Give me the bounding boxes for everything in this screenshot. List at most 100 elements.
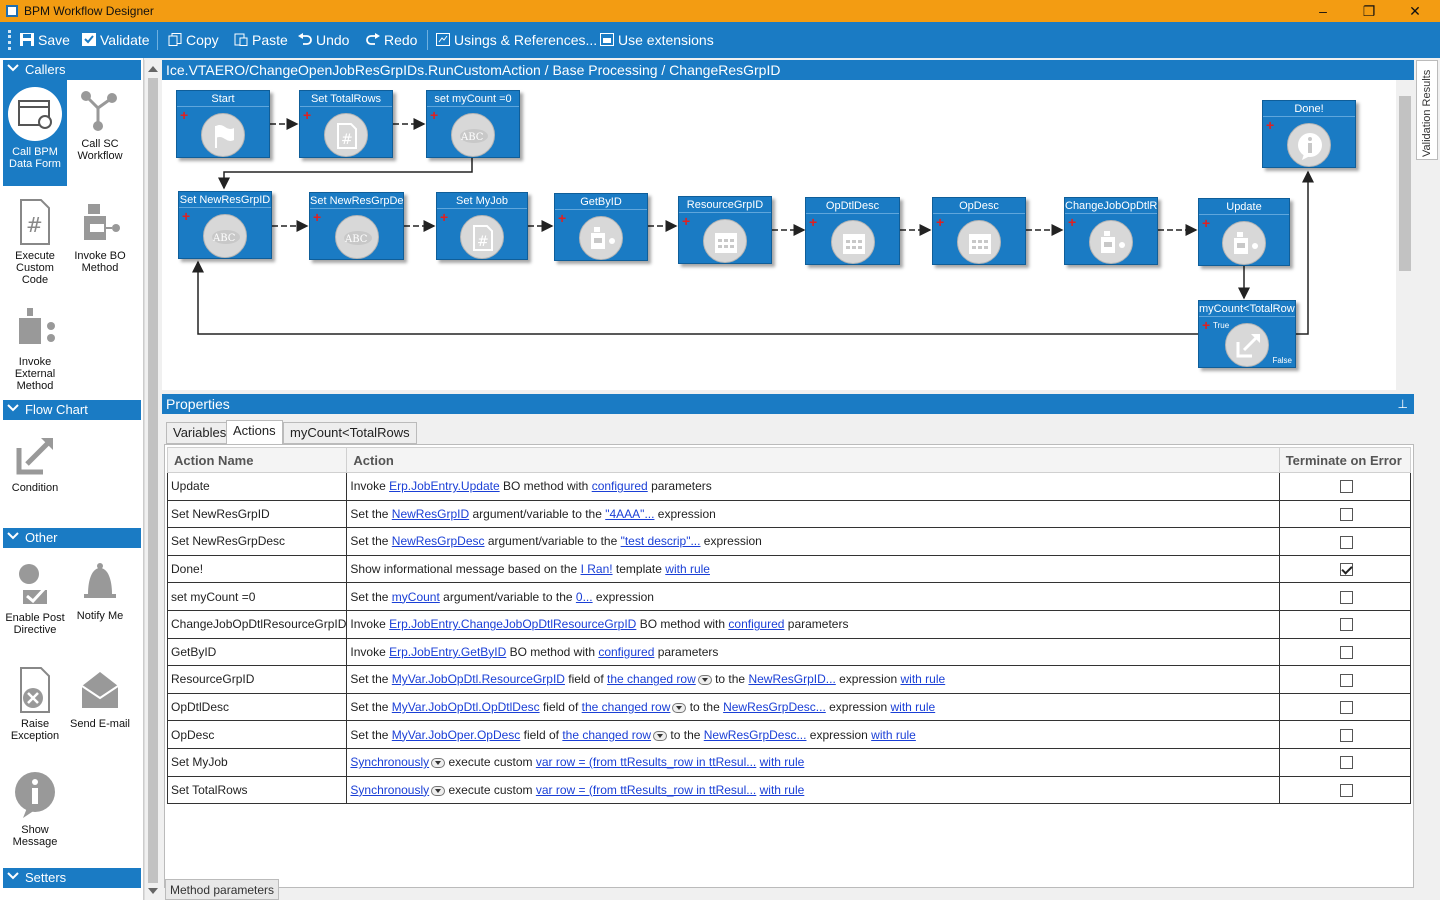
column-header-terminate[interactable]: Terminate on Error xyxy=(1278,447,1412,473)
invoke-external-method-item[interactable]: Invoke External Method xyxy=(3,304,67,392)
dropdown-chevron-icon[interactable] xyxy=(431,758,446,769)
table-row[interactable]: OpDtlDesc Set the MyVar.JobOpDtl.OpDtlDes… xyxy=(166,692,1412,722)
terminate-checkbox[interactable] xyxy=(1339,673,1353,687)
flow-node-start[interactable]: Start + xyxy=(176,90,270,158)
flow-node-set-mycount[interactable]: set myCount =0 + ABC xyxy=(426,90,520,158)
table-row[interactable]: ResourceGrpID Set the MyVar.JobOpDtl.Reso… xyxy=(166,665,1412,694)
flow-node-resourcegrpid[interactable]: ResourceGrpID + xyxy=(678,196,772,264)
action-link[interactable]: NewResGrpID... xyxy=(748,672,835,686)
pin-icon[interactable]: ⊥ xyxy=(1398,394,1408,414)
add-icon[interactable]: + xyxy=(682,214,690,228)
add-icon[interactable]: + xyxy=(430,108,438,122)
flow-node-opdtldesc[interactable]: OpDtlDesc + xyxy=(805,197,900,265)
save-button[interactable]: Save xyxy=(20,32,70,48)
column-header-action[interactable]: Action xyxy=(346,447,1280,473)
action-link[interactable]: with rule xyxy=(760,783,805,797)
flow-node-changejobopdtlresourcegrpid[interactable]: ChangeJobOpDtlResourceGrpID + xyxy=(1064,197,1158,265)
scroll-down-icon[interactable] xyxy=(148,888,158,894)
action-link[interactable]: MyVar.JobOper.OpDesc xyxy=(392,728,521,742)
add-icon[interactable]: + xyxy=(313,210,321,224)
table-row[interactable]: Done! Show informational message based on… xyxy=(166,554,1412,584)
action-link[interactable]: the changed row xyxy=(562,728,651,742)
tab-variables[interactable]: Variables xyxy=(166,422,234,444)
action-name-cell[interactable]: ResourceGrpID xyxy=(166,665,348,694)
call-bpm-data-form-item[interactable]: Call BPM Data Form xyxy=(3,80,67,186)
flow-node-set-myjob[interactable]: Set MyJob + # xyxy=(436,192,528,260)
action-link[interactable]: 0... xyxy=(576,590,593,604)
action-link[interactable]: var row = (from ttResults_row in ttResul… xyxy=(536,755,756,769)
action-link[interactable]: configured xyxy=(598,645,654,659)
flow-node-getbyid[interactable]: GetByID + xyxy=(554,193,648,261)
add-icon[interactable]: + xyxy=(558,211,566,225)
redo-button[interactable]: Redo xyxy=(366,32,417,48)
terminate-checkbox[interactable] xyxy=(1339,535,1353,549)
flow-node-opdesc[interactable]: OpDesc + xyxy=(932,197,1026,265)
table-row[interactable]: Set TotalRows Synchronously execute custo… xyxy=(166,775,1412,805)
palette-scrollbar[interactable] xyxy=(144,60,160,900)
flow-chart-section-header[interactable]: Flow Chart xyxy=(3,400,141,420)
use-extensions-button[interactable]: Use extensions xyxy=(600,32,714,48)
table-row[interactable]: OpDesc Set the MyVar.JobOper.OpDesc field… xyxy=(166,720,1412,749)
action-name-cell[interactable]: GetByID xyxy=(166,637,348,667)
action-link[interactable]: the changed row xyxy=(607,672,696,686)
paste-button[interactable]: Paste xyxy=(234,32,288,48)
flow-node-update[interactable]: Update + xyxy=(1198,198,1290,266)
table-row[interactable]: set myCount =0 Set the myCount argument/v… xyxy=(166,582,1412,611)
action-name-cell[interactable]: OpDesc xyxy=(166,720,348,749)
add-icon[interactable]: + xyxy=(440,210,448,224)
action-link[interactable]: var row = (from ttResults_row in ttResul… xyxy=(536,783,756,797)
enable-post-directive-item[interactable]: Enable Post Directive xyxy=(3,560,67,636)
scroll-up-icon[interactable] xyxy=(148,66,158,72)
usings-references-button[interactable]: Usings & References... xyxy=(436,32,597,48)
invoke-bo-method-item[interactable]: Invoke BO Method xyxy=(68,198,132,274)
flow-node-condition-mycount[interactable]: myCount<TotalRows + True False xyxy=(1198,300,1296,368)
add-icon[interactable]: + xyxy=(182,209,190,223)
action-name-cell[interactable]: Done! xyxy=(166,554,348,584)
action-link[interactable]: NewResGrpID xyxy=(392,507,469,521)
action-name-cell[interactable]: ChangeJobOpDtlResourceGrpID xyxy=(166,609,348,639)
other-section-header[interactable]: Other xyxy=(3,528,141,548)
action-link[interactable]: Erp.JobEntry.ChangeJobOpDtlResourceGrpID xyxy=(389,617,636,631)
table-row[interactable]: Set NewResGrpDesc Set the NewResGrpDesc a… xyxy=(166,527,1412,556)
add-icon[interactable]: + xyxy=(809,215,817,229)
maximize-button[interactable]: ❐ xyxy=(1346,0,1392,22)
action-link[interactable]: with rule xyxy=(665,562,710,576)
method-parameters-tab[interactable]: Method parameters xyxy=(165,879,280,900)
dropdown-chevron-icon[interactable] xyxy=(431,785,446,796)
action-link[interactable]: with rule xyxy=(891,700,936,714)
callers-section-header[interactable]: Callers xyxy=(3,60,141,80)
table-row[interactable]: GetByID Invoke Erp.JobEntry.GetByID BO me… xyxy=(166,637,1412,667)
action-link[interactable]: the changed row xyxy=(582,700,671,714)
action-link[interactable]: Erp.JobEntry.GetByID xyxy=(389,645,506,659)
action-name-cell[interactable]: Set NewResGrpDesc xyxy=(166,527,348,556)
terminate-checkbox[interactable] xyxy=(1339,563,1353,577)
send-email-item[interactable]: Send E-mail xyxy=(68,666,132,730)
terminate-checkbox[interactable] xyxy=(1339,618,1353,632)
terminate-checkbox[interactable] xyxy=(1339,590,1353,604)
action-link[interactable]: with rule xyxy=(871,728,916,742)
terminate-checkbox[interactable] xyxy=(1339,646,1353,660)
add-icon[interactable]: + xyxy=(1202,216,1210,230)
canvas-scrollbar[interactable] xyxy=(1396,80,1414,390)
action-link[interactable]: "4AAA"... xyxy=(605,507,654,521)
column-header-action-name[interactable]: Action Name xyxy=(166,447,348,473)
action-link[interactable]: configured xyxy=(592,479,648,493)
action-name-cell[interactable]: Set NewResGrpID xyxy=(166,499,348,529)
action-link[interactable]: Erp.JobEntry.Update xyxy=(389,479,500,493)
dropdown-chevron-icon[interactable] xyxy=(697,675,712,686)
tab-condition[interactable]: myCount<TotalRows xyxy=(283,422,417,444)
table-row[interactable]: Set NewResGrpID Set the NewResGrpID argum… xyxy=(166,499,1412,529)
add-icon[interactable]: + xyxy=(180,108,188,122)
action-link[interactable]: MyVar.JobOpDtl.ResourceGrpID xyxy=(392,672,565,686)
action-link[interactable]: configured xyxy=(728,617,784,631)
action-link[interactable]: NewResGrpDesc xyxy=(392,534,485,548)
show-message-item[interactable]: Show Message xyxy=(3,770,67,848)
execute-custom-code-item[interactable]: # Execute Custom Code xyxy=(3,198,67,286)
table-row[interactable]: Update Invoke Erp.JobEntry.Update BO meth… xyxy=(166,472,1412,501)
flow-node-done[interactable]: Done! + xyxy=(1262,100,1356,168)
setters-section-header[interactable]: Setters xyxy=(3,868,141,888)
action-link[interactable]: Synchronously xyxy=(350,783,429,797)
terminate-checkbox[interactable] xyxy=(1339,480,1353,494)
action-link[interactable]: NewResGrpDesc... xyxy=(704,728,807,742)
action-link[interactable]: "test descrip"... xyxy=(621,534,701,548)
